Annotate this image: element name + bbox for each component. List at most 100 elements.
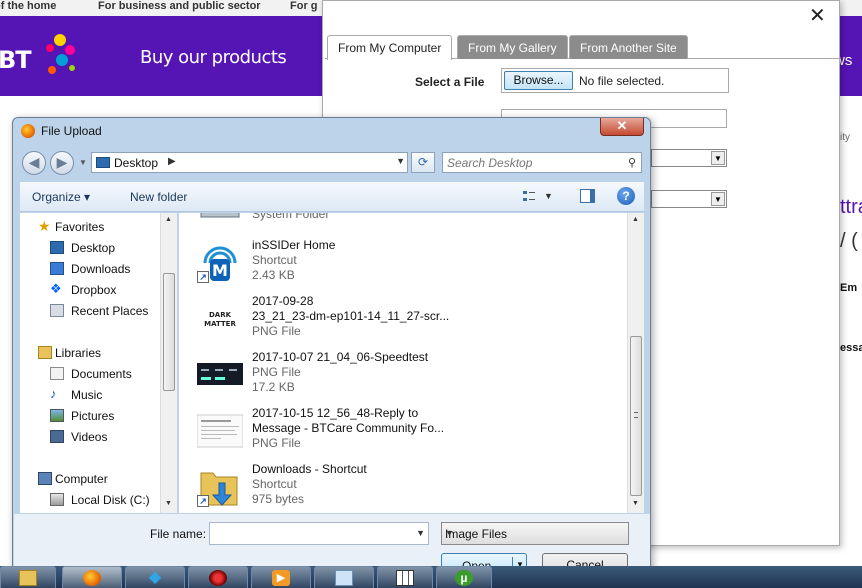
chevron-down-icon[interactable]: ▼ bbox=[396, 156, 405, 166]
pictures-icon bbox=[50, 409, 64, 422]
edge-text-5: essa bbox=[840, 342, 862, 354]
top-link-business[interactable]: For business and public sector bbox=[98, 0, 261, 12]
chevron-down-icon: ▼ bbox=[711, 151, 725, 165]
help-icon[interactable]: ? bbox=[617, 187, 635, 205]
nav-pictures[interactable]: Pictures bbox=[20, 406, 166, 426]
file-item-btcare-png[interactable]: 2017-10-15 12_56_48-Reply to Message - B… bbox=[179, 403, 625, 459]
chevron-down-icon[interactable]: ▼ bbox=[544, 191, 553, 201]
file-size: 2.43 KB bbox=[252, 268, 295, 282]
file-scrollbar[interactable]: ▲ ▼ bbox=[627, 213, 644, 513]
nav-libraries[interactable]: Libraries bbox=[20, 343, 166, 363]
nav-videos[interactable]: Videos bbox=[20, 427, 166, 447]
nav-music[interactable]: ♪ Music bbox=[20, 385, 166, 405]
file-item-darkmatter-png[interactable]: DARK MATTER 2017-09-28 23_21_23-dm-ep101… bbox=[179, 291, 625, 347]
file-name-cont: Message - BTCare Community Fo... bbox=[252, 421, 445, 435]
desktop-icon bbox=[96, 157, 110, 168]
navigation-pane: ★ Favorites Desktop Downloads ❖ Dropbox … bbox=[20, 213, 168, 513]
tab-from-my-gallery[interactable]: From My Gallery bbox=[457, 35, 568, 59]
file-type-select[interactable]: Image Files ▼ bbox=[441, 522, 629, 545]
view-options-icon[interactable] bbox=[522, 189, 536, 203]
nav-downloads[interactable]: Downloads bbox=[20, 259, 166, 279]
refresh-button[interactable]: ⟳ bbox=[411, 152, 435, 173]
close-icon[interactable]: ✕ bbox=[809, 3, 826, 28]
svg-text:MATTER: MATTER bbox=[204, 320, 236, 328]
scroll-thumb[interactable] bbox=[630, 336, 642, 496]
scroll-thumb[interactable] bbox=[163, 273, 175, 391]
nav-computer[interactable]: Computer bbox=[20, 469, 166, 489]
file-type: PNG File bbox=[252, 436, 301, 450]
search-icon[interactable]: ⚲ bbox=[628, 156, 636, 169]
file-item-speedtest-png[interactable]: 2017-10-07 21_04_06-Speedtest PNG File 1… bbox=[179, 347, 625, 403]
svg-text:M: M bbox=[212, 261, 228, 280]
no-file-selected-text: No file selected. bbox=[579, 74, 665, 88]
scroll-down-icon[interactable]: ▼ bbox=[165, 500, 172, 507]
file-name: 2017-09-28 bbox=[252, 294, 314, 308]
page-content-edge: ity ttra / ( Em essa bbox=[840, 96, 862, 566]
file-item-inssider[interactable]: M ↗ inSSIDer Home Shortcut 2.43 KB bbox=[179, 235, 625, 291]
search-box[interactable]: ⚲ bbox=[442, 152, 642, 173]
taskbar-explorer[interactable] bbox=[0, 566, 56, 588]
edge-text-2: ttra bbox=[840, 196, 862, 218]
modal-select-2[interactable]: ▼ bbox=[651, 190, 727, 208]
modal-tab-bar: From My Computer From My Gallery From An… bbox=[325, 35, 839, 60]
top-link-home[interactable]: of the home bbox=[0, 0, 56, 12]
taskbar-red-app[interactable] bbox=[188, 566, 248, 588]
file-name-input[interactable] bbox=[213, 526, 409, 541]
nav-local-disk[interactable]: Local Disk (C:) bbox=[20, 490, 166, 510]
organize-button[interactable]: Organize ▾ bbox=[32, 190, 90, 204]
taskbar-media-player[interactable]: ▶ bbox=[251, 566, 311, 588]
nav-label: Libraries bbox=[55, 346, 102, 360]
taskbar-kodi[interactable]: ◆ bbox=[125, 566, 185, 588]
nav-dropbox[interactable]: ❖ Dropbox bbox=[20, 280, 166, 300]
documents-icon bbox=[50, 367, 64, 380]
nav-desktop[interactable]: Desktop bbox=[20, 238, 166, 258]
taskbar-notepad[interactable] bbox=[314, 566, 374, 588]
folder-icon bbox=[19, 570, 37, 586]
scroll-up-icon[interactable]: ▲ bbox=[632, 216, 639, 223]
computer-icon bbox=[200, 213, 240, 218]
nav-label: Music bbox=[71, 388, 103, 402]
forward-button[interactable]: ▶ bbox=[50, 151, 74, 175]
taskbar-utorrent[interactable]: µ bbox=[436, 566, 492, 588]
nav-documents[interactable]: Documents bbox=[20, 364, 166, 384]
address-bar[interactable]: Desktop ▶ ▼ bbox=[91, 152, 408, 173]
tab-from-another-site[interactable]: From Another Site bbox=[569, 35, 688, 59]
preview-pane-icon[interactable] bbox=[580, 189, 595, 203]
file-input[interactable]: Browse... No file selected. bbox=[501, 68, 729, 93]
file-type: Shortcut bbox=[252, 477, 297, 491]
bt-logo-text: BT bbox=[0, 46, 32, 74]
close-button[interactable]: ✕ bbox=[600, 118, 644, 136]
file-list: System Folder M ↗ inSSIDer Home Shortcut… bbox=[179, 213, 627, 513]
nav-favorites[interactable]: ★ Favorites bbox=[20, 217, 166, 237]
nav-label: Videos bbox=[71, 430, 108, 444]
buy-products-link[interactable]: Buy our products bbox=[140, 47, 287, 68]
chevron-down-icon[interactable]: ▼ bbox=[416, 528, 425, 538]
scroll-up-icon[interactable]: ▲ bbox=[165, 216, 172, 223]
file-item-downloads-shortcut[interactable]: ↗ Downloads - Shortcut Shortcut 975 byte… bbox=[179, 459, 625, 513]
kodi-icon: ◆ bbox=[148, 569, 162, 586]
back-button[interactable]: ◀ bbox=[22, 151, 46, 175]
taskbar-firefox[interactable] bbox=[62, 566, 122, 588]
utorrent-icon: µ bbox=[455, 570, 473, 586]
taskbar-grid-app[interactable] bbox=[377, 566, 433, 588]
modal-select-1[interactable]: ▼ bbox=[651, 149, 727, 167]
tab-from-my-computer[interactable]: From My Computer bbox=[327, 35, 453, 60]
nav-scrollbar[interactable]: ▲ ▼ bbox=[160, 213, 177, 513]
file-type: Shortcut bbox=[252, 253, 297, 267]
top-link-other[interactable]: For g bbox=[290, 0, 318, 12]
recent-locations-dropdown[interactable]: ▼ bbox=[79, 158, 87, 167]
nav-label: Favorites bbox=[55, 220, 105, 234]
shortcut-arrow-icon: ↗ bbox=[197, 271, 209, 283]
file-item-system-folder[interactable]: System Folder bbox=[179, 213, 625, 221]
browse-button[interactable]: Browse... bbox=[504, 71, 573, 90]
file-name-combobox[interactable]: ▼ bbox=[209, 522, 429, 545]
shortcut-arrow-icon: ↗ bbox=[197, 495, 209, 507]
scroll-down-icon[interactable]: ▼ bbox=[632, 500, 639, 507]
taskbar: ◆ ▶ µ bbox=[0, 566, 862, 588]
chevron-right-icon[interactable]: ▶ bbox=[168, 156, 176, 167]
nav-recent-places[interactable]: Recent Places bbox=[20, 301, 166, 321]
new-folder-button[interactable]: New folder bbox=[130, 190, 187, 204]
search-input[interactable] bbox=[447, 155, 619, 170]
firefox-icon bbox=[83, 570, 101, 586]
address-segment[interactable]: Desktop bbox=[114, 156, 158, 170]
